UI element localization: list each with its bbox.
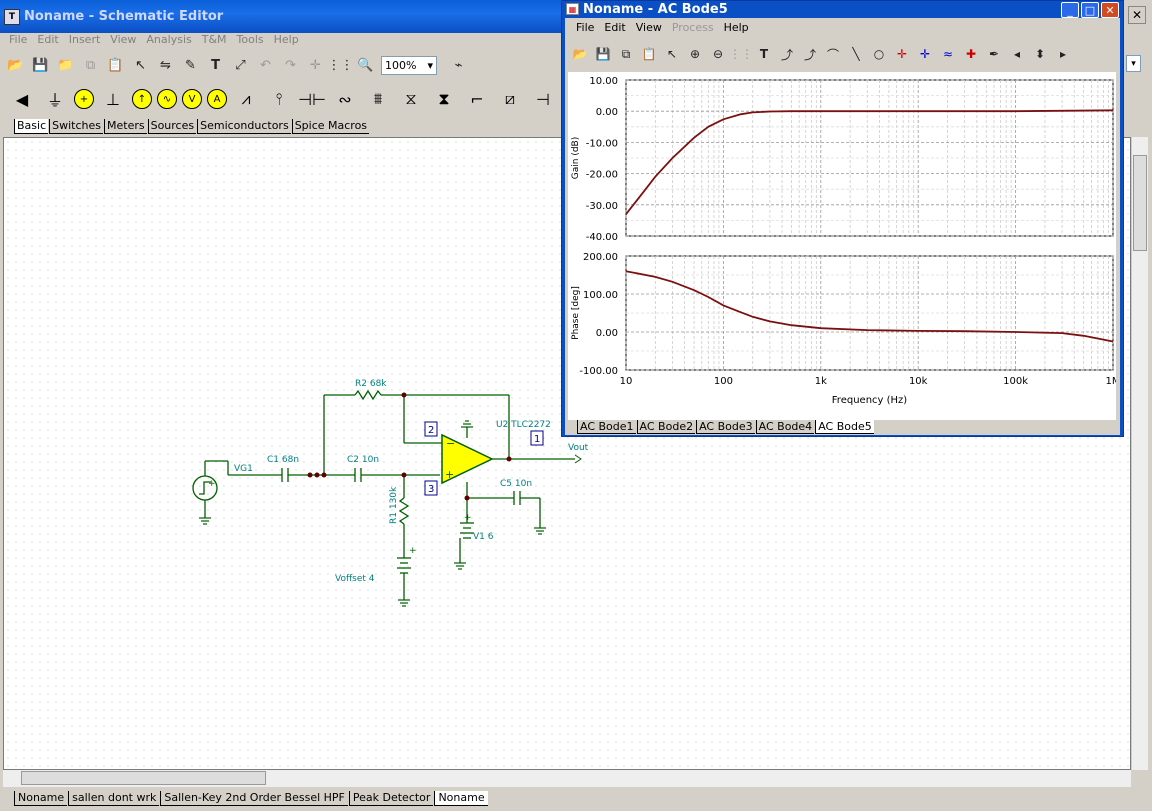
y-tick-label: 0.00 bbox=[596, 107, 618, 118]
maximize-icon[interactable]: □ bbox=[1081, 2, 1099, 18]
x-tick-label: 100 bbox=[714, 376, 733, 387]
bode-menu-process[interactable]: Process bbox=[667, 21, 719, 34]
bode-app-icon: ▦ bbox=[566, 3, 579, 15]
y-tick-label: -20.00 bbox=[586, 170, 618, 181]
vout-terminal[interactable] bbox=[574, 454, 582, 464]
x-tick-label: 10k bbox=[909, 376, 928, 387]
plot-frame-0 bbox=[625, 79, 1114, 237]
y-tick-label: 100.00 bbox=[583, 290, 618, 301]
doc-tab-sallen-dont-wrk[interactable]: sallen dont wrk bbox=[68, 791, 160, 806]
bode-tab-1[interactable]: AC Bode1 bbox=[577, 420, 636, 434]
bode-menu-help[interactable]: Help bbox=[719, 21, 754, 34]
copy-icon[interactable]: ⧉ bbox=[615, 43, 637, 65]
y-tick-label: 200.00 bbox=[583, 252, 618, 263]
line-icon[interactable]: ╲ bbox=[845, 43, 867, 65]
select-arrow-icon[interactable]: ↖ bbox=[661, 43, 683, 65]
bode-tabs: AC Bode1 AC Bode2 AC Bode3 AC Bode4 AC B… bbox=[577, 420, 875, 434]
svg-text:+: + bbox=[208, 479, 216, 489]
bode-window-title: Noname - AC Bode5 bbox=[583, 1, 728, 17]
bode-menu-bar: File Edit View Process Help bbox=[571, 21, 754, 34]
zoom-out-icon[interactable]: ⊖ bbox=[707, 43, 729, 65]
y-tick-label: 10.00 bbox=[589, 76, 618, 87]
u2-label: U2 TLC2272 bbox=[496, 420, 551, 430]
filter-icon[interactable]: ⌒ bbox=[822, 43, 844, 65]
grid-icon[interactable]: ⋮⋮ bbox=[729, 43, 753, 65]
minimize-icon[interactable]: _ bbox=[1061, 2, 1079, 18]
probe-icon[interactable]: ✒ bbox=[983, 43, 1005, 65]
bode-window-controls: _ □ ✕ bbox=[1061, 2, 1119, 18]
doc-tab-sallen-key-hpf[interactable]: Sallen-Key 2nd Order Bessel HPF bbox=[160, 791, 348, 806]
save-icon[interactable]: 💾 bbox=[592, 43, 614, 65]
y-tick-label: 0.00 bbox=[596, 328, 618, 339]
pin-2-label: 2 bbox=[428, 425, 434, 436]
bode-tab-3[interactable]: AC Bode3 bbox=[696, 420, 755, 434]
r2-label: R2 68k bbox=[355, 379, 387, 389]
vg1-label: VG1 bbox=[234, 464, 253, 474]
nav-left-icon[interactable]: ◂ bbox=[1006, 43, 1028, 65]
r1-label: R1 130k bbox=[389, 486, 399, 524]
voffset-label: Voffset 4 bbox=[335, 574, 375, 584]
doc-tab-peak-detector[interactable]: Peak Detector bbox=[348, 791, 434, 806]
svg-text:+: + bbox=[464, 513, 472, 523]
marker-icon[interactable]: ✚ bbox=[960, 43, 982, 65]
bode-tab-5[interactable]: AC Bode5 bbox=[815, 420, 874, 434]
y-axis-label: Phase [deg] bbox=[571, 286, 581, 340]
doc-tab-noname-2[interactable]: Noname bbox=[434, 791, 488, 806]
close-icon[interactable]: ✕ bbox=[1101, 2, 1119, 18]
bode-menu-file[interactable]: File bbox=[571, 21, 599, 34]
wave-icon[interactable]: ≈ bbox=[937, 43, 959, 65]
nav-updown-icon[interactable]: ⬍ bbox=[1029, 43, 1051, 65]
c1-label: C1 68n bbox=[267, 455, 299, 465]
vout-label: Vout bbox=[568, 443, 589, 453]
junction-dots bbox=[307, 392, 512, 501]
plot-frame-1 bbox=[625, 255, 1114, 371]
x-axis-label: Frequency (Hz) bbox=[832, 395, 908, 406]
bode-plot-svg: 10.00 0.00 -10.00 -20.00 -30.00 -40.00 Gain (d… bbox=[571, 76, 1121, 406]
bode-plot-area[interactable]: 10.00 0.00 -10.00 -20.00 -30.00 -40.00 Gain (d… bbox=[568, 72, 1121, 420]
x-tick-label: 10 bbox=[620, 376, 633, 387]
op-amp-minus: − bbox=[446, 437, 455, 450]
document-tabs: Noname sallen dont wrk Sallen-Key 2nd Or… bbox=[14, 791, 489, 806]
paste-icon[interactable]: 📋 bbox=[638, 43, 660, 65]
c2-label: C2 10n bbox=[347, 455, 379, 465]
y-axis-label: Gain (dB) bbox=[571, 137, 581, 179]
bode-menu-view[interactable]: View bbox=[631, 21, 667, 34]
curve-tool-icon[interactable]: ⤴ bbox=[776, 43, 798, 65]
bode-title-bar: ▦ Noname - AC Bode5 bbox=[562, 1, 1123, 17]
pin-3-label: 3 bbox=[428, 484, 434, 495]
y-tick-label: -100.00 bbox=[579, 366, 618, 377]
y-tick-label: -30.00 bbox=[586, 201, 618, 212]
text-tool-icon[interactable]: T bbox=[753, 43, 775, 65]
bode-tab-2[interactable]: AC Bode2 bbox=[636, 420, 696, 434]
x-tick-label: 1k bbox=[815, 376, 827, 387]
doc-tab-noname-1[interactable]: Noname bbox=[14, 791, 68, 806]
pin-1-label: 1 bbox=[534, 434, 540, 445]
x-tick-label: 1M bbox=[1106, 376, 1117, 387]
x-tick-label: 100k bbox=[1003, 376, 1028, 387]
cursor-a-icon[interactable]: ✛ bbox=[891, 43, 913, 65]
bode-menu-edit[interactable]: Edit bbox=[599, 21, 630, 34]
y-tick-label: -40.00 bbox=[586, 232, 618, 243]
open-folder-icon[interactable]: 📂 bbox=[569, 43, 591, 65]
zoom-in-icon[interactable]: ⊕ bbox=[684, 43, 706, 65]
svg-text:+: + bbox=[409, 546, 417, 556]
y-tick-label: -10.00 bbox=[586, 138, 618, 149]
cursor-b-icon[interactable]: ✛ bbox=[914, 43, 936, 65]
bode-tab-4[interactable]: AC Bode4 bbox=[755, 420, 815, 434]
op-amp-plus: + bbox=[445, 468, 454, 481]
bode-toolbar: 📂 💾 ⧉ 📋 ↖ ⊕ ⊖ ⋮⋮ T ⤴ ⤴ ⌒ ╲ ○ ✛ ✛ ≈ ✚ ✒ ◂… bbox=[569, 40, 1074, 68]
circle-icon[interactable]: ○ bbox=[868, 43, 890, 65]
curve-tool2-icon[interactable]: ⤴ bbox=[799, 43, 821, 65]
nav-right-icon[interactable]: ▸ bbox=[1052, 43, 1074, 65]
v1-label: V1 6 bbox=[473, 532, 494, 542]
c5-label: C5 10n bbox=[500, 479, 532, 489]
bode-client-area: File Edit View Process Help 📂 💾 ⧉ 📋 ↖ ⊕ … bbox=[565, 18, 1121, 435]
bode-window: ▦ Noname - AC Bode5 _ □ ✕ File Edit View… bbox=[561, 0, 1124, 437]
